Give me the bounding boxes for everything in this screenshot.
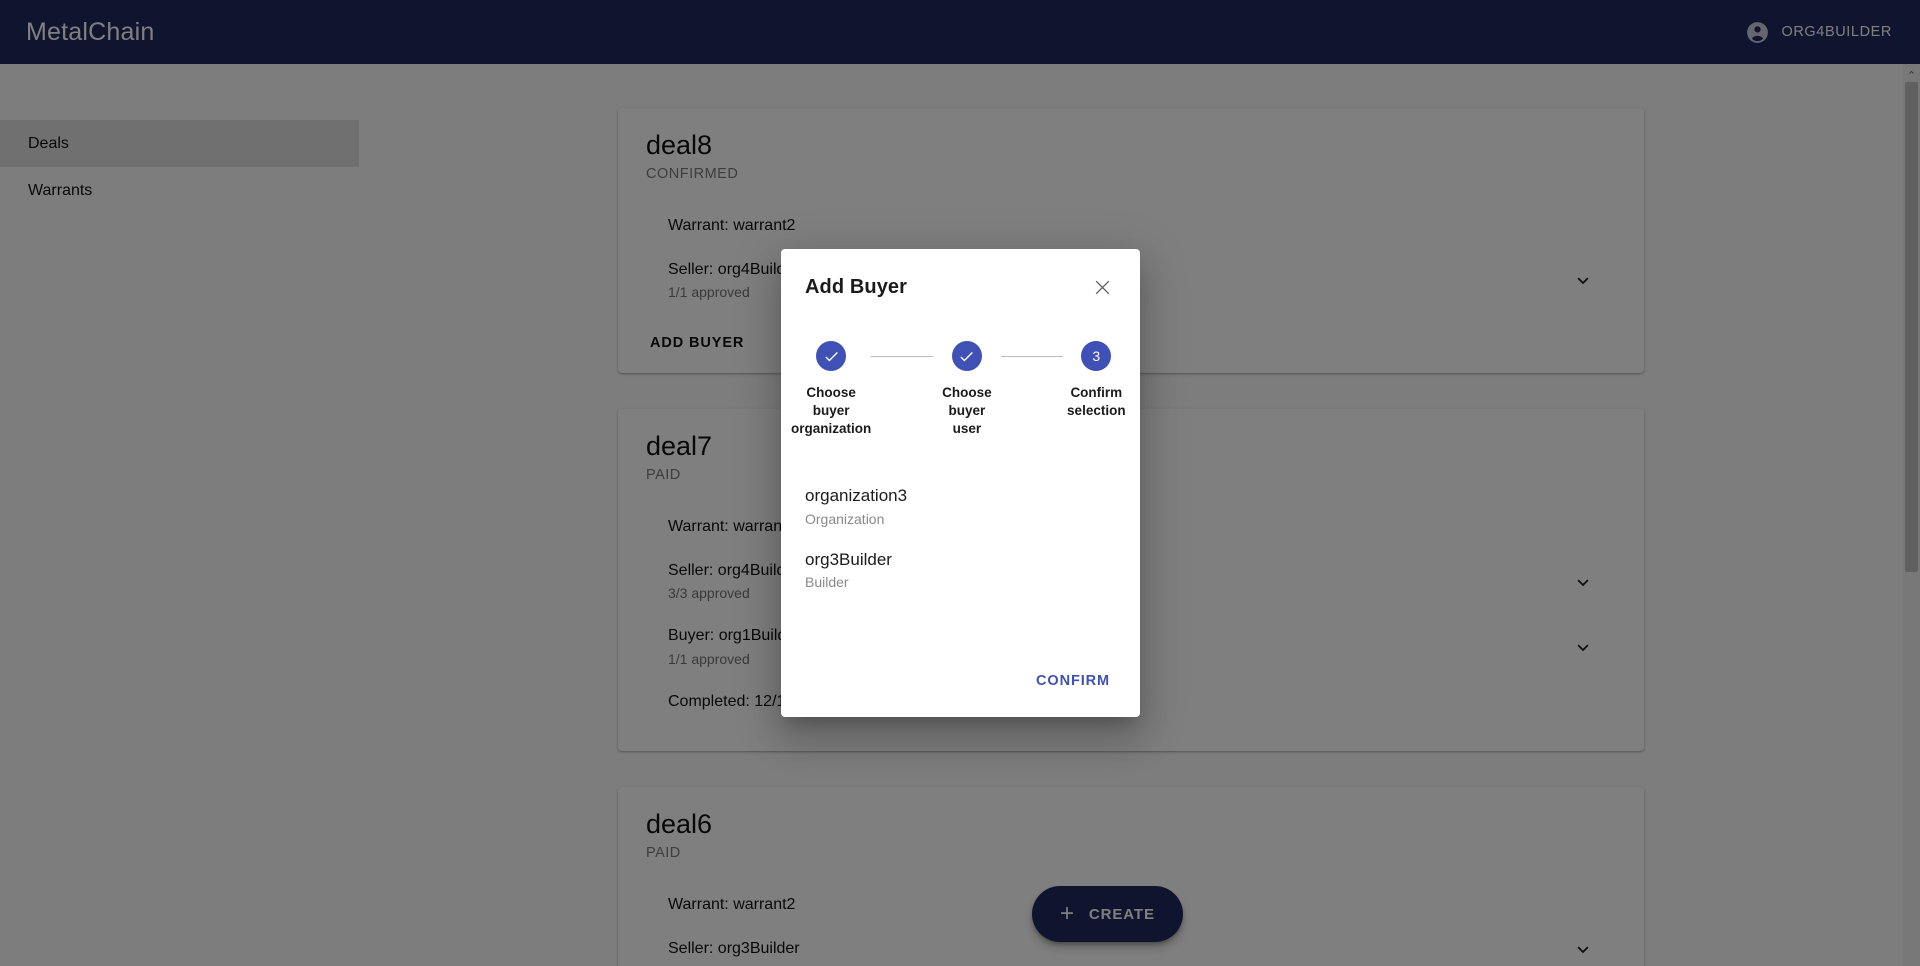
- dialog-header: Add Buyer: [781, 249, 1140, 307]
- list-item[interactable]: org3Builder Builder: [805, 543, 1116, 606]
- list-item-primary: organization3: [805, 486, 908, 506]
- step-label: Confirm selection: [1067, 385, 1126, 418]
- confirm-button[interactable]: CONFIRM: [1028, 665, 1118, 697]
- step-label: Choose buyer user: [942, 385, 992, 436]
- stepper-step-3[interactable]: 3 Confirm selection: [1063, 341, 1130, 420]
- stepper-step-2[interactable]: Choose buyer user: [933, 341, 1000, 437]
- step-circle-active: 3: [1081, 341, 1112, 371]
- step-circle-completed: [951, 341, 982, 371]
- step-circle-completed: [816, 341, 847, 371]
- list-item-secondary: Builder: [805, 573, 849, 590]
- dialog-title: Add Buyer: [805, 275, 908, 298]
- list-item[interactable]: organization3 Organization: [805, 479, 1116, 542]
- list-item-secondary: Organization: [805, 510, 885, 527]
- close-icon: [1095, 280, 1109, 294]
- check-icon: [825, 351, 838, 361]
- step-label: Choose buyer organization: [791, 385, 872, 436]
- list-item-primary: org3Builder: [805, 549, 892, 569]
- check-icon: [960, 351, 974, 361]
- add-buyer-dialog: Add Buyer Choose buyer organization Choo…: [781, 249, 1140, 717]
- stepper-connector: [1000, 356, 1063, 357]
- stepper-step-1[interactable]: Choose buyer organization: [791, 341, 871, 437]
- stepper-connector: [871, 356, 934, 357]
- dialog-close-button[interactable]: [1088, 273, 1116, 301]
- dialog-actions: CONFIRM: [781, 665, 1140, 717]
- dialog-stepper: Choose buyer organization Choose buyer u…: [781, 307, 1140, 437]
- selection-summary-list: organization3 Organization org3Builder B…: [781, 437, 1140, 665]
